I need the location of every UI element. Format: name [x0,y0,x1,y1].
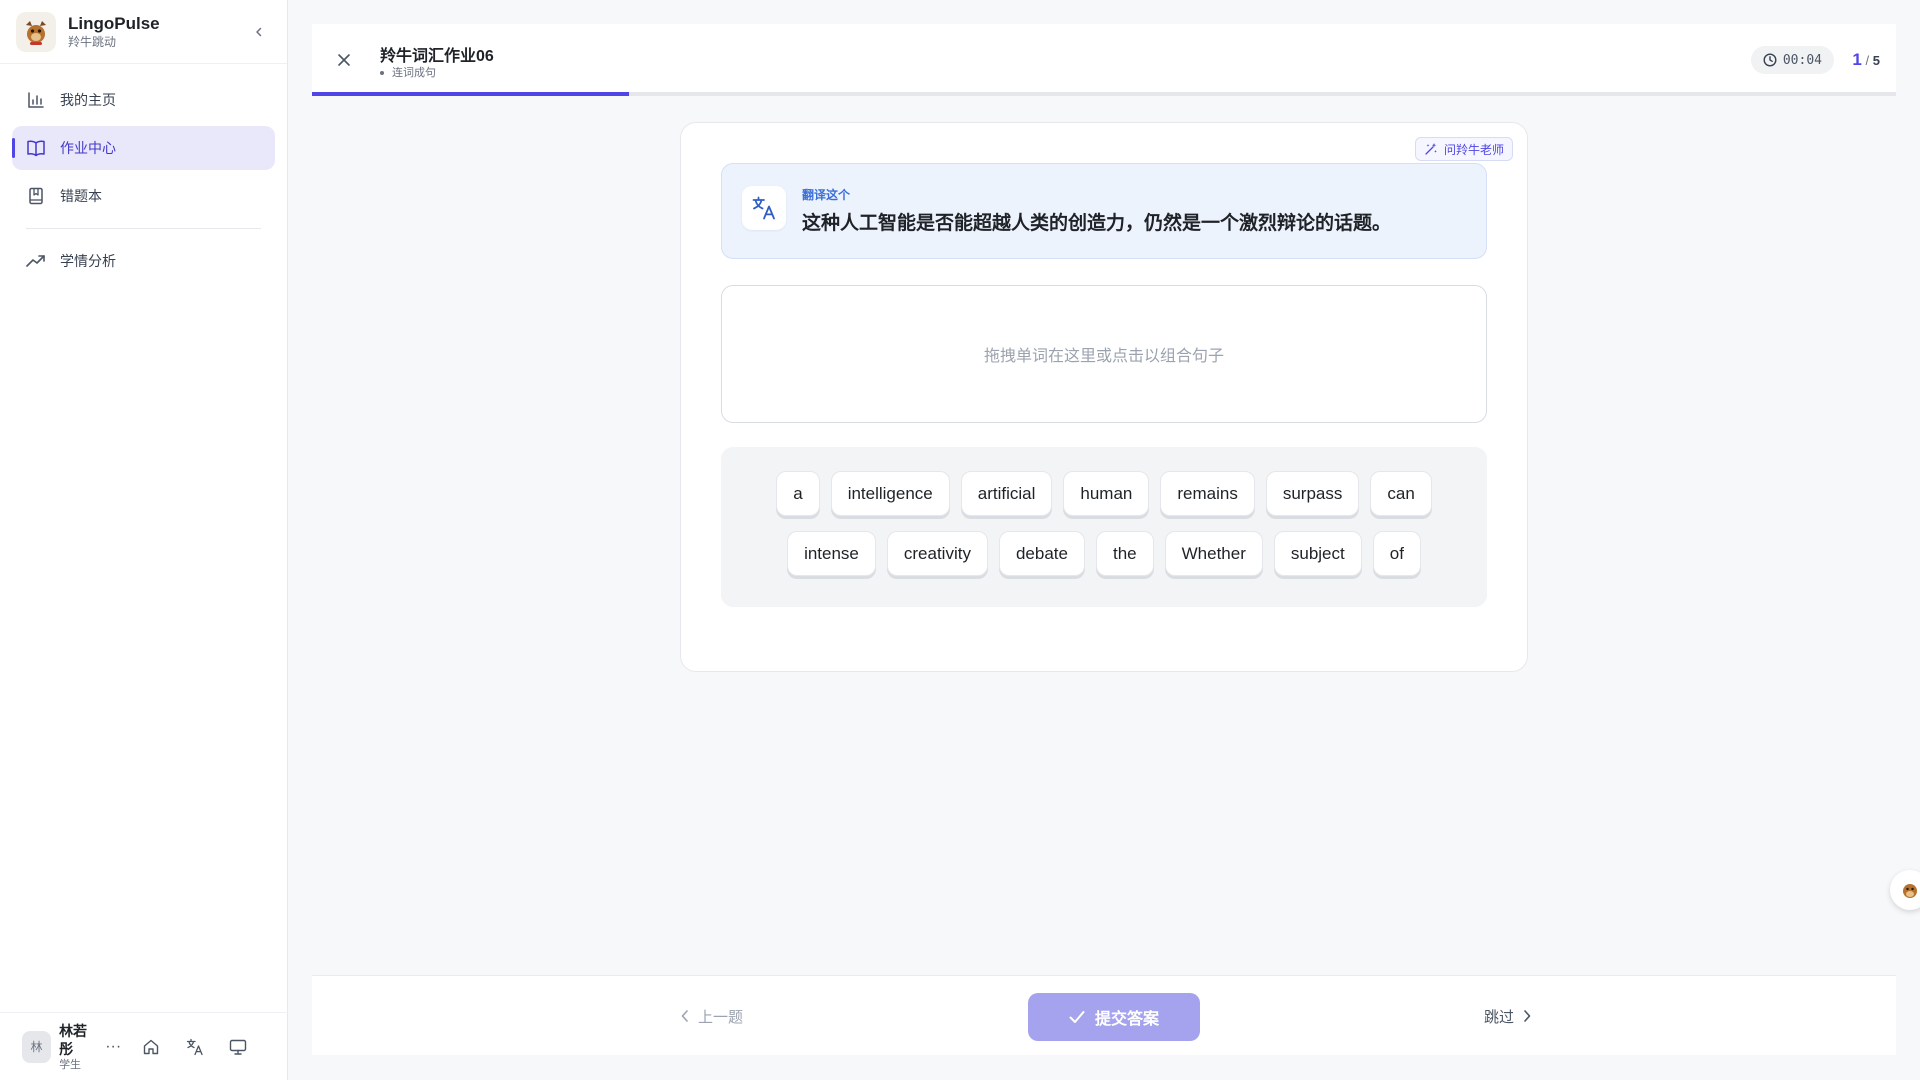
home-button[interactable] [139,1034,163,1060]
floating-assistant-button[interactable] [1890,870,1920,910]
sidebar-item-homework[interactable]: 作业中心 [12,126,275,170]
word-chip[interactable]: debate [998,531,1085,576]
submit-answer-button[interactable]: 提交答案 [1028,993,1200,1041]
clock-icon [1763,53,1777,67]
word-chip[interactable]: intelligence [830,471,950,516]
homework-type: 连词成句 [392,67,436,79]
timer-value: 00:04 [1782,52,1822,68]
home-icon [143,1039,159,1054]
exercise-card: 问羚牛老师 翻译这个 这种人工智能是否能超越人类的创造力，仍然是一个激烈辩论的话… [680,122,1528,672]
language-button[interactable] [183,1034,207,1060]
word-chip[interactable]: intense [787,531,876,576]
timer: 00:04 [1750,46,1834,74]
question-counter: 1 / 5 [1852,50,1880,70]
submit-label: 提交答案 [1094,1011,1159,1028]
exercise-header: 羚牛词汇作业06 连词成句 00:04 1 / 5 [312,24,1896,96]
main-content: 羚牛词汇作业06 连词成句 00:04 1 / 5 问羚牛老师 翻译这个 这种人… [288,0,1920,1080]
sidebar: LingoPulse 羚牛跳动 我的主页 作业中心 错题本 学情分析 林 林若彤… [0,0,288,1080]
sidebar-item-label: 作业中心 [60,140,116,156]
user-bar: 林 林若彤 学生 ··· [0,1012,288,1080]
close-icon [338,54,350,66]
brand-name: LingoPulse [68,13,160,33]
monitor-icon [230,1039,247,1055]
user-name: 林若彤 [59,1022,88,1057]
user-info: 林若彤 学生 [59,1022,97,1072]
word-chip[interactable]: a [776,471,820,516]
prompt-sentence: 这种人工智能是否能超越人类的创造力，仍然是一个激烈辩论的话题。 [802,213,1392,234]
translate-icon [186,1038,203,1055]
skip-label: 跳过 [1484,1008,1515,1026]
avatar[interactable]: 林 [22,1030,52,1063]
sidebar-item-analytics[interactable]: 学情分析 [12,239,275,283]
previous-question-button[interactable]: 上一题 [680,1004,743,1028]
brand-subtitle: 羚牛跳动 [68,34,117,49]
bookmark-book-icon [26,186,46,206]
counter-separator: / [1865,53,1870,68]
ask-teacher-label: 问羚牛老师 [1443,142,1504,157]
dropzone-placeholder: 拖拽单词在这里或点击以组合句子 [983,348,1224,365]
progress-bar [312,92,1896,96]
collapse-sidebar-button[interactable] [247,20,271,44]
word-chip[interactable]: Whether [1164,531,1263,576]
mascot-icon [1903,884,1917,898]
word-row: a intelligence artificial human remains surpa… [721,471,1487,516]
bar-chart-icon [26,90,46,110]
brand-header: LingoPulse 羚牛跳动 [0,0,287,64]
word-chip[interactable]: artificial [960,471,1053,516]
user-role: 学生 [59,1058,82,1071]
previous-label: 上一题 [698,1008,744,1026]
sidebar-item-label: 错题本 [60,188,102,204]
sidebar-item-mistakes[interactable]: 错题本 [12,174,275,218]
sparkle-wand-icon [1425,143,1437,155]
skip-question-button[interactable]: 跳过 [1484,1004,1532,1028]
word-chip[interactable]: human [1063,471,1150,516]
display-button[interactable] [226,1034,250,1060]
nav-divider [26,228,261,229]
chevron-left-icon [681,1010,688,1022]
word-chip[interactable]: remains [1160,471,1255,516]
app-root: LingoPulse 羚牛跳动 我的主页 作业中心 错题本 学情分析 林 林若彤… [0,0,1920,1080]
prompt-label: 翻译这个 [802,188,851,202]
ask-teacher-button[interactable]: 问羚牛老师 [1414,137,1513,161]
chevron-right-icon [1524,1010,1531,1022]
word-bank: a intelligence artificial human remains surpa… [721,447,1487,607]
sidebar-nav: 我的主页 作业中心 错题本 学情分析 [0,64,287,283]
bullet-dot [380,71,384,76]
translate-icon [742,186,786,230]
homework-title: 羚牛词汇作业06 [380,48,494,65]
close-exercise-button[interactable] [332,48,356,72]
word-chip[interactable]: creativity [886,531,988,576]
word-chip[interactable]: surpass [1265,471,1360,516]
sidebar-item-label: 学情分析 [60,253,116,269]
total-questions: 5 [1872,53,1880,68]
sidebar-item-label: 我的主页 [60,92,116,108]
check-icon [1069,1011,1085,1023]
word-chip[interactable]: the [1095,531,1154,576]
word-chip[interactable]: of [1372,531,1421,576]
navigation-footer: 上一题 提交答案 跳过 [312,975,1896,1055]
brand-text: LingoPulse 羚牛跳动 [68,14,247,50]
sidebar-item-home[interactable]: 我的主页 [12,78,275,122]
open-book-icon [26,138,46,158]
word-row: intense creativity debate the Whether subject… [721,531,1487,576]
progress-fill [312,92,629,96]
answer-dropzone[interactable]: 拖拽单词在这里或点击以组合句子 [721,285,1487,423]
homework-subtitle: 连词成句 [380,64,436,80]
translation-prompt: 翻译这个 这种人工智能是否能超越人类的创造力，仍然是一个激烈辩论的话题。 [721,163,1487,259]
trending-up-icon [26,251,46,271]
chevron-left-icon [256,27,262,36]
mascot-logo [16,11,56,52]
current-question: 1 [1852,50,1862,69]
word-chip[interactable]: subject [1273,531,1362,576]
more-options-button[interactable]: ··· [105,1038,121,1056]
word-chip[interactable]: can [1370,471,1432,516]
